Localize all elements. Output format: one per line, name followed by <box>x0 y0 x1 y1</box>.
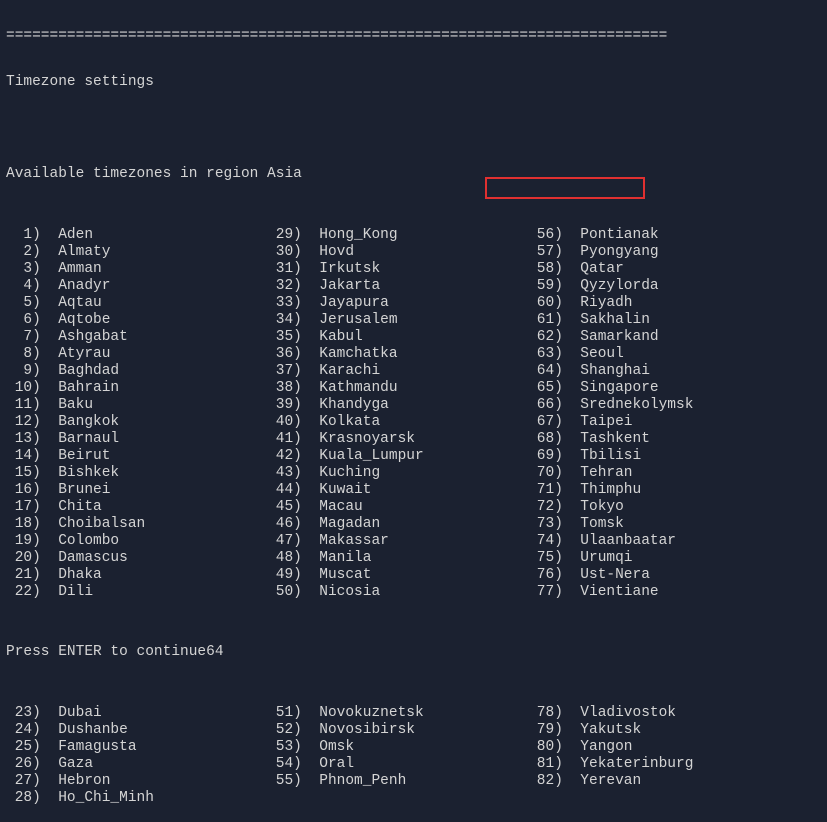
timezone-row[interactable]: 20) Damascus 48) Manila 75) Urumqi <box>6 551 821 568</box>
timezone-row[interactable]: 3) Amman 31) Irkutsk 58) Qatar <box>6 262 821 279</box>
timezone-row[interactable]: 12) Bangkok 40) Kolkata 67) Taipei <box>6 415 821 432</box>
timezone-row[interactable]: 18) Choibalsan 46) Magadan 73) Tomsk <box>6 517 821 534</box>
page-title: Timezone settings <box>6 75 821 92</box>
timezone-row[interactable]: 26) Gaza 54) Oral 81) Yekaterinburg <box>6 757 821 774</box>
timezone-row[interactable]: 15) Bishkek 43) Kuching 70) Tehran <box>6 466 821 483</box>
timezone-row[interactable]: 8) Atyrau 36) Kamchatka 63) Seoul <box>6 347 821 364</box>
timezone-row[interactable]: 14) Beirut 42) Kuala_Lumpur 69) Tbilisi <box>6 449 821 466</box>
timezone-row[interactable]: 25) Famagusta 53) Omsk 80) Yangon <box>6 740 821 757</box>
timezone-row[interactable]: 4) Anadyr 32) Jakarta 59) Qyzylorda <box>6 279 821 296</box>
timezone-row[interactable]: 7) Ashgabat 35) Kabul 62) Samarkand <box>6 330 821 347</box>
timezone-row[interactable]: 10) Bahrain 38) Kathmandu 65) Singapore <box>6 381 821 398</box>
separator-line: ========================================… <box>6 29 821 46</box>
timezone-row[interactable]: 6) Aqtobe 34) Jerusalem 61) Sakhalin <box>6 313 821 330</box>
timezone-row[interactable]: 5) Aqtau 33) Jayapura 60) Riyadh <box>6 296 821 313</box>
timezone-row[interactable]: 23) Dubai 51) Novokuznetsk 78) Vladivost… <box>6 706 821 723</box>
timezone-row[interactable]: 2) Almaty 30) Hovd 57) Pyongyang <box>6 245 821 262</box>
timezone-row[interactable]: 11) Baku 39) Khandyga 66) Srednekolymsk <box>6 398 821 415</box>
subtitle: Available timezones in region Asia <box>6 167 821 184</box>
timezone-row[interactable]: 13) Barnaul 41) Krasnoyarsk 68) Tashkent <box>6 432 821 449</box>
timezone-row[interactable]: 9) Baghdad 37) Karachi 64) Shanghai <box>6 364 821 381</box>
continue-prompt[interactable]: Press ENTER to continue64 <box>6 645 821 662</box>
blank-line <box>6 121 821 138</box>
timezone-row[interactable]: 27) Hebron 55) Phnom_Penh 82) Yerevan <box>6 774 821 791</box>
timezone-row[interactable]: 22) Dili 50) Nicosia 77) Vientiane <box>6 585 821 602</box>
timezone-row[interactable]: 19) Colombo 47) Makassar 74) Ulaanbaatar <box>6 534 821 551</box>
timezone-row[interactable]: 28) Ho_Chi_Minh <box>6 791 821 808</box>
timezone-row[interactable]: 17) Chita 45) Macau 72) Tokyo <box>6 500 821 517</box>
timezone-list-upper: 1) Aden 29) Hong_Kong 56) Pontianak 2) A… <box>6 228 821 602</box>
timezone-row[interactable]: 1) Aden 29) Hong_Kong 56) Pontianak <box>6 228 821 245</box>
timezone-row[interactable]: 24) Dushanbe 52) Novosibirsk 79) Yakutsk <box>6 723 821 740</box>
terminal-output: ========================================… <box>0 0 827 822</box>
timezone-row[interactable]: 16) Brunei 44) Kuwait 71) Thimphu <box>6 483 821 500</box>
timezone-row[interactable]: 21) Dhaka 49) Muscat 76) Ust-Nera <box>6 568 821 585</box>
timezone-list-lower: 23) Dubai 51) Novokuznetsk 78) Vladivost… <box>6 706 821 808</box>
